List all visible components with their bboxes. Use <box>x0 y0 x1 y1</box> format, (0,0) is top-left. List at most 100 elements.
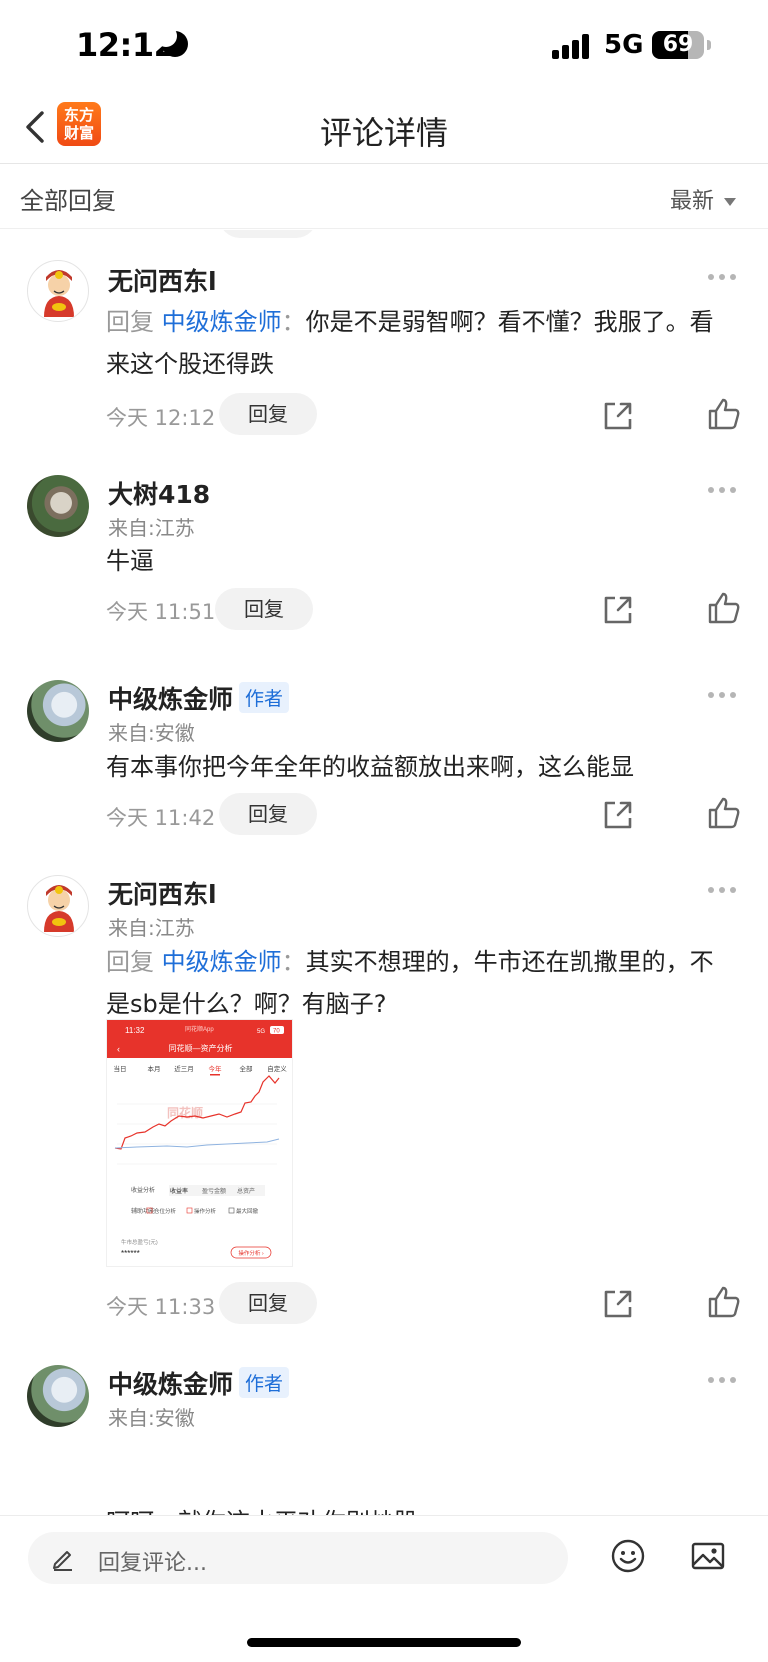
reply-button[interactable]: 回复 <box>215 588 313 630</box>
sort-dropdown[interactable]: 最新 <box>670 183 736 215</box>
comment-text: 回复 中级炼金师：其实不想理的，牛市还在凯撒里的，不是sb是什么？啊？有脑子? <box>106 941 716 1025</box>
shot-tab: 当日 <box>114 1064 127 1073</box>
comment-location: 来自:江苏 <box>108 916 195 940</box>
thumbs-up-icon[interactable] <box>706 590 742 626</box>
shot-tab: 近三月 <box>174 1064 194 1073</box>
comment-time: 今天 11:51 <box>106 600 216 624</box>
caret-down-icon <box>724 198 736 206</box>
mention-link[interactable]: 中级炼金师 <box>162 948 282 976</box>
comment-item: 无问西东l 回复 中级炼金师：你是不是弱智啊？看不懂？我服了。看来这个股还得跌 … <box>0 230 768 455</box>
thumbs-up-icon[interactable] <box>706 795 742 831</box>
shot-tab: 本月 <box>148 1064 161 1073</box>
share-icon[interactable] <box>600 797 636 833</box>
shot-option: 仓位分析 <box>154 1207 177 1215</box>
reply-button[interactable]: 回复 <box>219 1282 317 1324</box>
shot-tab: 今年 <box>209 1064 223 1073</box>
moon-icon <box>155 25 188 57</box>
comment-list: 无问西东l 回复 中级炼金师：你是不是弱智啊？看不懂？我服了。看来这个股还得跌 … <box>0 230 768 1515</box>
bottom-bar: 回复评论... <box>0 1515 768 1662</box>
comment-item: 中级炼金师作者 来自:安徽 呵呵，就你这水平劝你别炒股 <box>0 1345 768 1515</box>
shot-time: 11:32 <box>125 1026 145 1035</box>
hand-sky-avatar[interactable] <box>27 1365 89 1427</box>
reply-input[interactable]: 回复评论... <box>28 1532 568 1584</box>
comment-time: 今天 11:42 <box>106 806 216 830</box>
comment-location: 来自:安徽 <box>108 1406 195 1430</box>
shot-title: 同花顺—资产分析 <box>169 1043 233 1053</box>
shot-battery: 70 <box>273 1029 280 1035</box>
comment-item: 无问西东l 来自:江苏 回复 中级炼金师：其实不想理的，牛市还在凯撒里的，不是s… <box>0 855 768 1345</box>
shot-row-tab: 盈亏金额 <box>202 1187 226 1195</box>
comment-author[interactable]: 中级炼金师 作者 <box>108 680 290 716</box>
thumbs-up-icon[interactable] <box>706 396 742 432</box>
hand-sky-avatar[interactable] <box>27 680 89 742</box>
filter-bar: 全部回复 最新 <box>0 165 768 229</box>
mascot-avatar[interactable] <box>27 260 89 322</box>
author-badge: 作者 <box>239 682 290 713</box>
cat-avatar[interactable] <box>27 475 89 537</box>
comment-item: 大树418 来自:江苏 牛逼 今天 11:51 回复 <box>0 455 768 660</box>
author-badge: 作者 <box>239 1367 290 1398</box>
nav-bar: 东方 财富 评论详情 <box>0 92 768 164</box>
shot-watermark: 同花顺 <box>167 1105 203 1120</box>
comment-time: 今天 11:33 <box>106 1295 216 1319</box>
shot-tab: 全部 <box>240 1064 254 1073</box>
mascot-figure <box>44 885 74 932</box>
shot-network: 5G <box>257 1029 265 1035</box>
share-icon[interactable] <box>600 398 636 434</box>
reply-button[interactable]: 回复 <box>219 793 317 835</box>
comment-text: 有本事你把今年全年的收益额放出来啊，这么能显 <box>106 753 634 781</box>
colon: ： <box>281 948 306 976</box>
comment-item: 中级炼金师 作者 来自:安徽 有本事你把今年全年的收益额放出来啊，这么能显 今天 … <box>0 660 768 855</box>
status-bar: 12:12 5G 69 <box>0 0 768 92</box>
reply-prefix: 回复 <box>106 948 154 976</box>
reply-button[interactable]: 回复 <box>219 393 317 435</box>
battery-tip <box>707 40 711 50</box>
thumbs-up-icon[interactable] <box>706 1284 742 1320</box>
shot-row-label: 收益分析 <box>131 1186 155 1194</box>
shot-masked-value: ****** <box>121 1249 140 1258</box>
comment-location: 来自:江苏 <box>108 516 195 540</box>
signal-icon <box>552 33 592 59</box>
comment-author[interactable]: 大树418 <box>108 475 210 511</box>
emoji-icon[interactable] <box>610 1538 646 1574</box>
network-type: 5G <box>604 30 644 60</box>
reply-prefix: 回复 <box>106 308 154 336</box>
share-icon[interactable] <box>600 1286 636 1322</box>
more-options-button[interactable] <box>708 690 736 700</box>
mascot-avatar[interactable] <box>27 875 89 937</box>
author-name: 中级炼金师 <box>108 1370 234 1399</box>
more-options-button[interactable] <box>708 1375 736 1385</box>
more-options-button[interactable] <box>708 272 736 282</box>
more-options-button[interactable] <box>708 885 736 895</box>
pencil-icon <box>53 1551 72 1571</box>
shot-app: 同花顺App <box>185 1025 214 1033</box>
shot-row-tab: 总资产 <box>237 1187 255 1195</box>
all-replies-label: 全部回复 <box>20 187 116 215</box>
battery-icon: 69 <box>652 31 704 59</box>
comment-author[interactable]: 无问西东l <box>108 875 217 911</box>
shot-tab: 自定义 <box>267 1064 287 1073</box>
shot-bottom-label: 牛市总盈亏(元) <box>121 1238 158 1246</box>
reply-input-placeholder: 回复评论... <box>98 1551 207 1576</box>
shot-option: 最大回撤 <box>236 1207 259 1215</box>
more-options-button[interactable] <box>708 485 736 495</box>
comment-text: 呵呵，就你这水平劝你别炒股 <box>106 1501 716 1515</box>
comment-text: 回复 中级炼金师：你是不是弱智啊？看不懂？我服了。看来这个股还得跌 <box>106 301 716 385</box>
shot-button: 操作分析 › <box>238 1249 264 1257</box>
mention-link[interactable]: 中级炼金师 <box>162 308 282 336</box>
image-icon[interactable] <box>690 1538 726 1574</box>
attached-screenshot: 11:32 同花顺App 5G 70 ‹ 同花顺—资产分析 当日 本月 近三月 … <box>107 1020 292 1259</box>
comment-location: 来自:安徽 <box>108 721 195 745</box>
page-title: 评论详情 <box>319 114 448 152</box>
share-icon[interactable] <box>600 592 636 628</box>
comment-text: 牛逼 <box>106 547 154 575</box>
sort-label: 最新 <box>669 189 714 214</box>
comment-author[interactable]: 中级炼金师 作者 <box>108 1365 290 1401</box>
attached-image[interactable]: 11:32 同花顺App 5G 70 ‹ 同花顺—资产分析 当日 本月 近三月 … <box>106 1019 293 1267</box>
author-name: 中级炼金师 <box>108 685 234 714</box>
comment-author[interactable]: 无问西东l <box>108 262 217 298</box>
shot-option: 操作分析 <box>194 1207 217 1215</box>
mascot-figure <box>44 270 74 317</box>
comment-time: 今天 12:12 <box>106 406 216 430</box>
home-indicator <box>247 1638 521 1647</box>
